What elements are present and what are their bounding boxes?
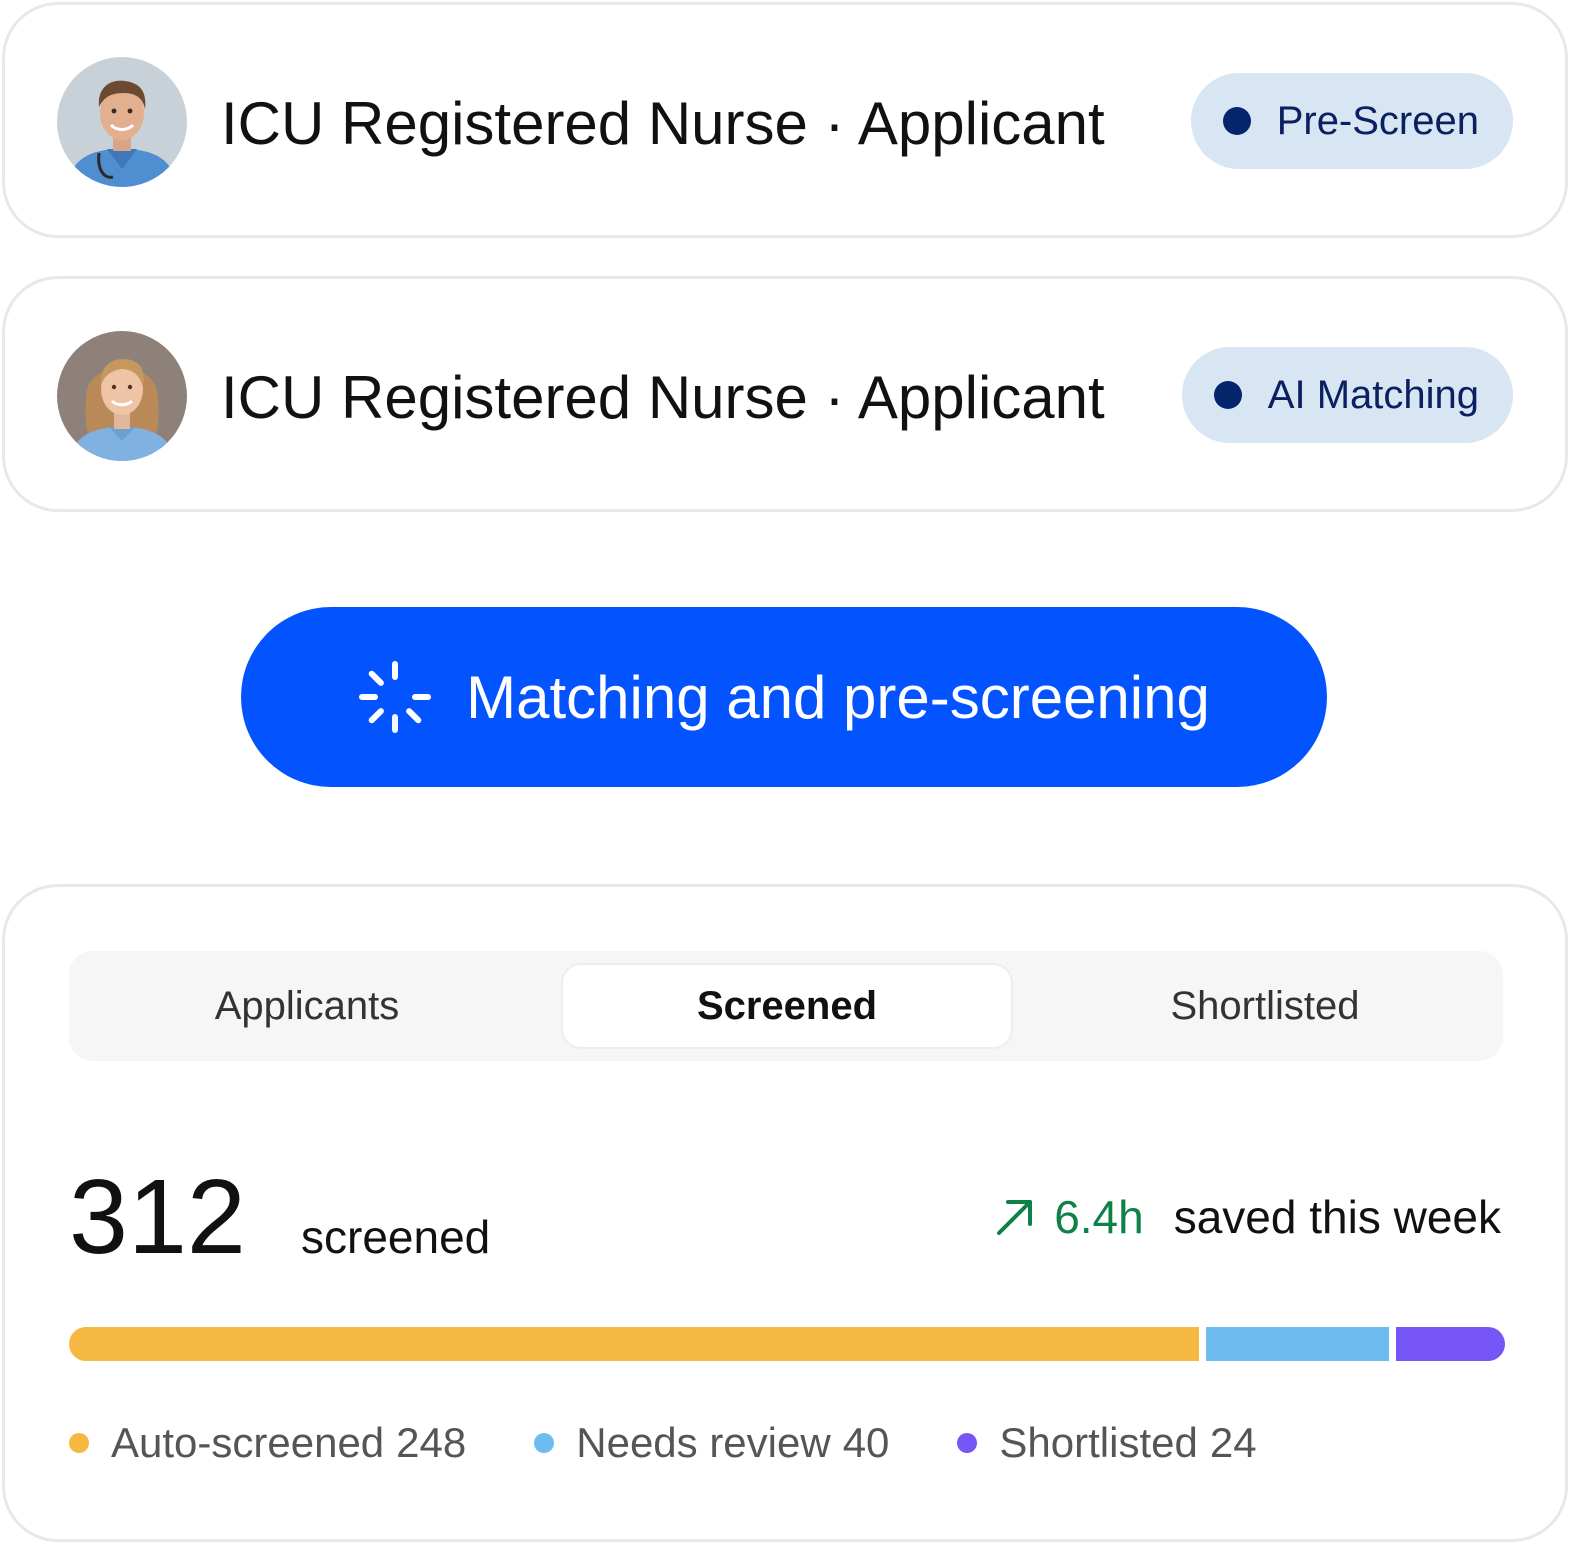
applicant-card[interactable]: ICU Registered Nurse · Applicant AI Matc…: [2, 276, 1568, 512]
screened-count-label: screened: [301, 1211, 491, 1263]
bar-segment: [69, 1327, 1200, 1361]
legend-item: Shortlisted 24: [957, 1415, 1257, 1471]
applicant-title: ICU Registered Nurse · Applicant: [221, 90, 1105, 157]
tab-applicants[interactable]: Applicants: [83, 965, 531, 1047]
status-label: AI Matching: [1267, 372, 1479, 417]
breakdown-legend: Auto-screened 248 Needs review 40 Shortliste…: [69, 1415, 1325, 1471]
male-nurse-avatar-icon: [57, 57, 187, 187]
tab-shortlisted[interactable]: Shortlisted: [1041, 965, 1489, 1047]
time-saved-value: 6.4h: [1054, 1191, 1144, 1243]
status-dot: [1213, 381, 1242, 409]
legend-value: 248: [396, 1419, 467, 1466]
applicant-title: ICU Registered Nurse · Applicant: [221, 364, 1105, 431]
status-label: Pre-Screen: [1276, 98, 1479, 143]
legend-item: Needs review 40: [534, 1415, 889, 1471]
cta-label: Matching and pre-screening: [466, 663, 1210, 731]
applicant-card[interactable]: ICU Registered Nurse · Applicant Pre-Scr…: [2, 2, 1568, 238]
legend-dot: [534, 1433, 555, 1453]
bar-segment: [1395, 1327, 1506, 1361]
status-dot: [1222, 107, 1251, 135]
screened-count: 312: [69, 1158, 246, 1276]
legend-dot: [69, 1433, 89, 1453]
matching-prescreening-button[interactable]: Matching and pre-screening: [241, 607, 1327, 787]
status-badge: AI Matching: [1181, 347, 1513, 443]
time-saved: 6.4h saved this week: [994, 1187, 1501, 1247]
trend-up-arrow-icon: [997, 1200, 1033, 1235]
status-badge: Pre-Screen: [1190, 73, 1513, 169]
breakdown-bar: [69, 1327, 1506, 1361]
loading-spinner-icon: [359, 661, 432, 733]
time-saved-label: saved this week: [1173, 1191, 1501, 1243]
legend-dot: [957, 1433, 978, 1453]
legend-label: Auto-screened: [111, 1419, 385, 1466]
segmented-tabs: Applicants Screened Shortlisted: [69, 951, 1503, 1061]
tab-screened[interactable]: Screened: [563, 965, 1011, 1047]
legend-label: Shortlisted: [999, 1419, 1198, 1466]
screening-stats-card: Applicants Screened Shortlisted 312 scre…: [2, 884, 1568, 1542]
legend-label: Needs review: [576, 1419, 831, 1466]
female-nurse-avatar-icon: [57, 331, 187, 461]
bar-segment: [1206, 1327, 1389, 1361]
legend-value: 40: [842, 1419, 890, 1466]
avatar: [57, 331, 187, 461]
legend-item: Auto-screened 248: [69, 1415, 466, 1471]
legend-value: 24: [1209, 1419, 1257, 1466]
avatar: [57, 57, 187, 187]
